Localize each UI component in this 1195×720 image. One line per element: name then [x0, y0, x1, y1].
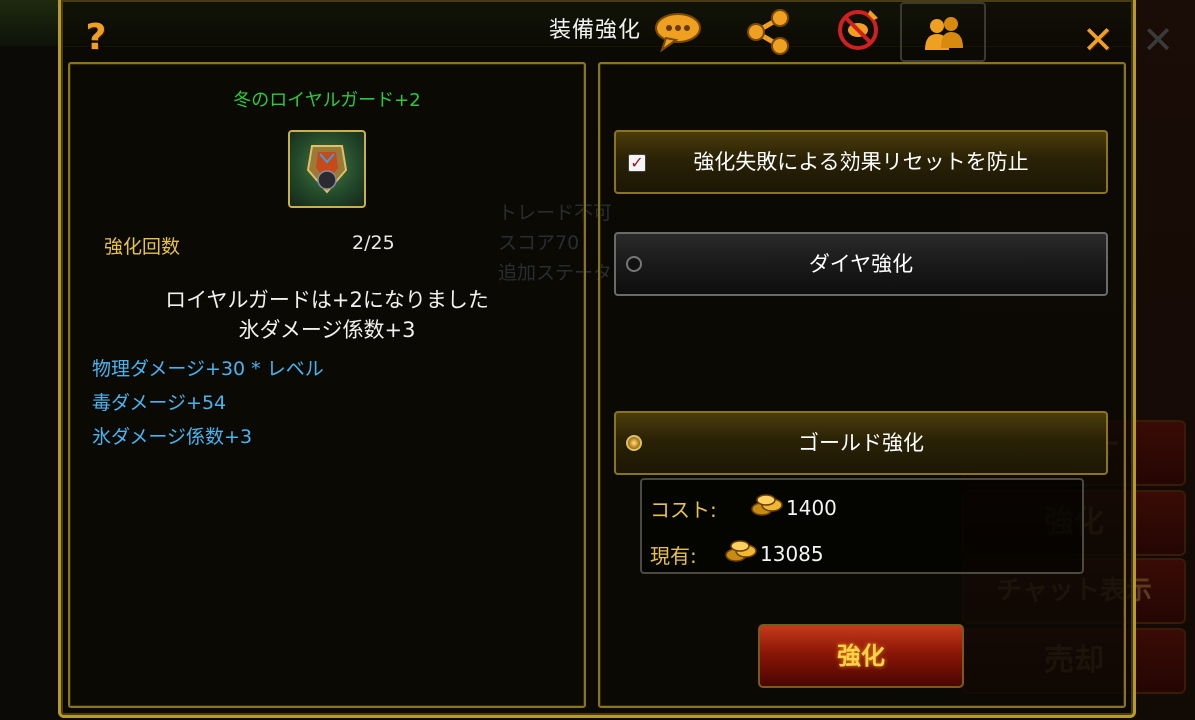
diamond-enhance-option[interactable]: ダイヤ強化 — [614, 232, 1108, 296]
checkbox-checked-icon[interactable]: ✓ — [628, 154, 646, 172]
bg-close-icon: ✕ — [1142, 18, 1174, 62]
close-icon[interactable]: ✕ — [1080, 20, 1116, 60]
chat-icon[interactable] — [650, 6, 706, 56]
stat-line: 物理ダメージ+30 * レベル — [92, 358, 324, 380]
users-icon[interactable] — [915, 6, 971, 56]
radio-unselected-icon[interactable] — [626, 256, 642, 272]
enhance-count-value: 2/25 — [352, 232, 395, 254]
prevent-reset-option[interactable]: ✓ 強化失敗による効果リセットを防止 — [614, 130, 1108, 194]
owned-value: 13085 — [760, 542, 824, 566]
stat-line: 氷ダメージ係数+3 — [92, 426, 253, 448]
cost-label: コスト: — [650, 498, 717, 522]
no-chat-icon[interactable] — [830, 6, 886, 56]
share-icon[interactable] — [740, 6, 796, 56]
cost-box — [640, 478, 1084, 574]
enhance-count-label: 強化回数 — [104, 236, 181, 258]
item-name: 冬のロイヤルガード+2 — [233, 90, 421, 111]
item-icon — [288, 130, 366, 208]
owned-label: 現有: — [650, 544, 697, 568]
cost-value: 1400 — [786, 496, 837, 520]
gold-coins-icon — [724, 539, 758, 563]
gold-enhance-label: ゴールド強化 — [798, 431, 924, 455]
enhance-button[interactable]: 強化 — [758, 624, 964, 688]
help-icon[interactable]: ? — [80, 18, 112, 58]
diamond-enhance-label: ダイヤ強化 — [808, 252, 914, 276]
radio-selected-icon[interactable] — [626, 435, 642, 451]
prevent-reset-label: 強化失敗による効果リセットを防止 — [693, 150, 1029, 174]
result-message-detail: 氷ダメージ係数+3 — [238, 318, 416, 342]
result-message: ロイヤルガードは+2になりました — [165, 288, 489, 312]
dialog-title: 装備強化 — [548, 18, 641, 43]
gold-coins-icon — [750, 493, 784, 517]
stat-line: 毒ダメージ+54 — [92, 392, 227, 414]
gold-enhance-option[interactable]: ゴールド強化 — [614, 411, 1108, 475]
